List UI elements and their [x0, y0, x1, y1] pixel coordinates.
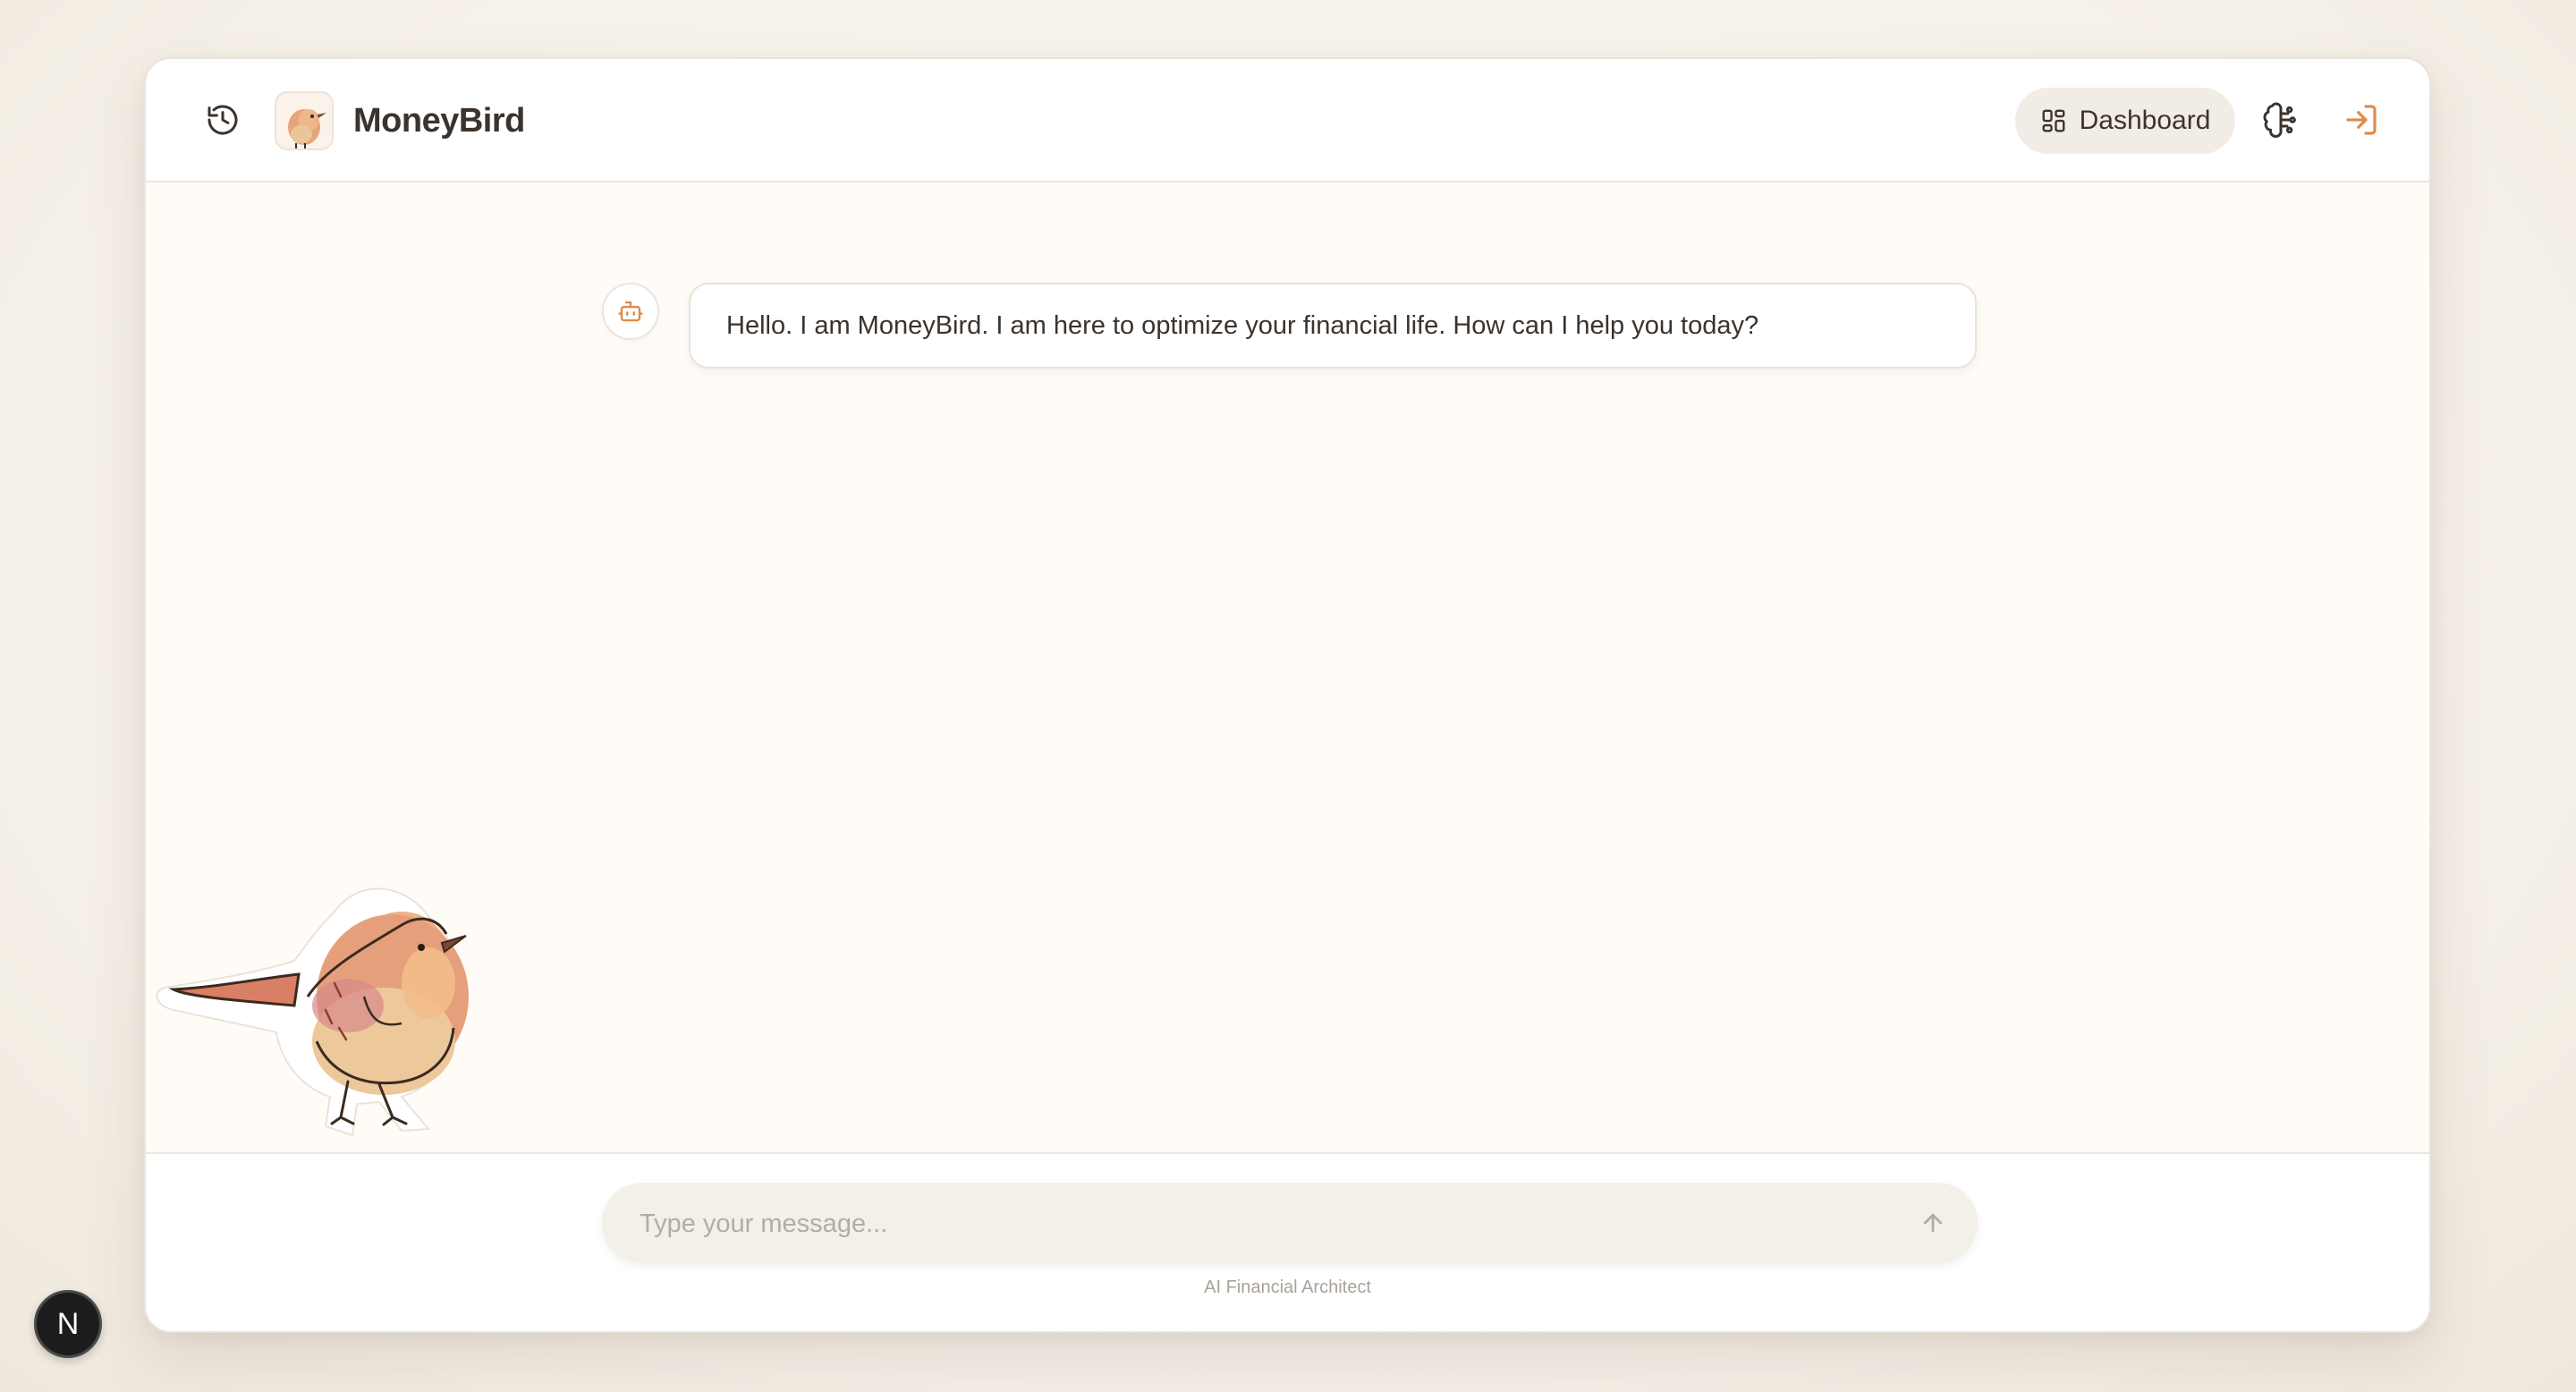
message-input[interactable]: [638, 1183, 1876, 1265]
message-input-container: [602, 1183, 1978, 1265]
history-button[interactable]: [194, 91, 251, 149]
header: MoneyBird Dashboard: [146, 59, 2429, 182]
devtools-badge[interactable]: N: [34, 1290, 102, 1358]
arrow-up-icon: [1923, 1213, 1943, 1233]
footer-caption: AI Financial Architect: [1204, 1277, 1371, 1297]
bird-mascot-illustration: [156, 887, 469, 1137]
login-button[interactable]: [2333, 91, 2390, 149]
send-button[interactable]: [1911, 1201, 1954, 1244]
app-window: MoneyBird Dashboard Hello. I am MoneyBir…: [144, 57, 2431, 1333]
brain-button[interactable]: [2252, 91, 2309, 149]
app-title: MoneyBird: [353, 102, 525, 140]
chat-area: Hello. I am MoneyBird. I am here to opti…: [146, 182, 2429, 1213]
dashboard-label: Dashboard: [2079, 106, 2211, 135]
bot-icon: [618, 301, 643, 322]
login-icon: [2346, 105, 2377, 135]
dashboard-button[interactable]: Dashboard: [2015, 88, 2235, 154]
history-icon: [208, 105, 238, 135]
composer: AI Financial Architect: [146, 1152, 2429, 1331]
message-text: Hello. I am MoneyBird. I am here to opti…: [726, 310, 1759, 340]
assistant-message: Hello. I am MoneyBird. I am here to opti…: [689, 283, 1977, 369]
assistant-avatar: [602, 283, 659, 340]
brain-icon: [2263, 102, 2296, 138]
brand-logo: [275, 91, 334, 150]
bird-logo-icon: [288, 109, 326, 149]
grid-icon: [2042, 109, 2065, 132]
